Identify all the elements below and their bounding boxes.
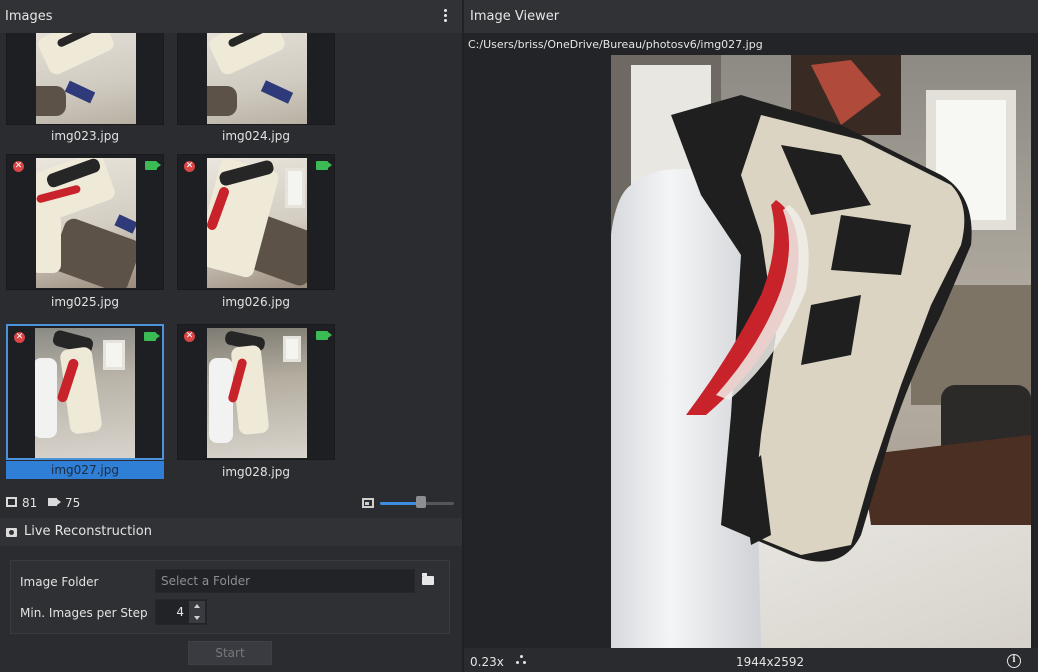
thumbnail-image bbox=[36, 158, 136, 288]
image-viewer-header: Image Viewer bbox=[464, 0, 1038, 33]
thumbnail-label: img027.jpg bbox=[6, 461, 164, 479]
zoom-level: 0.23x bbox=[470, 655, 504, 669]
images-panel: Images img023.jpg img024.jpg ✕ img025.jp… bbox=[0, 0, 462, 672]
thumbnail-label: img023.jpg bbox=[51, 129, 119, 143]
error-badge-icon: ✕ bbox=[184, 331, 195, 342]
thumbnail-size-icon bbox=[362, 498, 374, 508]
thumbnail-label: img025.jpg bbox=[51, 295, 119, 309]
start-button[interactable]: Start bbox=[188, 641, 272, 665]
min-images-value: 4 bbox=[176, 605, 184, 619]
live-reconstruction-title: Live Reconstruction bbox=[24, 524, 152, 539]
image-count-icon bbox=[6, 497, 17, 507]
error-badge-icon: ✕ bbox=[13, 161, 24, 172]
camera-count-icon bbox=[48, 498, 61, 506]
image-viewer-panel: Image Viewer C:/Users/briss/OneDrive/Bur… bbox=[464, 0, 1038, 672]
camera-badge-icon bbox=[144, 332, 160, 341]
viewed-image[interactable] bbox=[611, 55, 1031, 648]
slider-fill bbox=[380, 502, 421, 505]
camera-badge-icon bbox=[145, 161, 161, 170]
images-stats-bar: 81 75 bbox=[0, 492, 462, 514]
thumbnail-frame: ✕ bbox=[6, 324, 164, 460]
thumbnail-frame: ✕ bbox=[177, 154, 335, 290]
spin-down-icon[interactable] bbox=[189, 612, 205, 623]
image-count: 81 bbox=[22, 496, 38, 510]
camera-icon bbox=[6, 528, 17, 537]
min-images-spinbox[interactable]: 4 bbox=[155, 599, 207, 625]
camera-badge-icon bbox=[316, 331, 332, 340]
thumbnail-frame bbox=[177, 33, 335, 125]
kebab-menu-icon[interactable] bbox=[438, 8, 452, 24]
thumbnail-grid[interactable]: img023.jpg img024.jpg ✕ img025.jpg ✕ img… bbox=[0, 33, 462, 488]
viewed-image-art bbox=[611, 55, 1031, 648]
slider-handle[interactable] bbox=[415, 496, 426, 508]
camera-badge-icon bbox=[316, 161, 332, 170]
error-badge-icon: ✕ bbox=[14, 332, 25, 343]
image-folder-input[interactable]: Select a Folder bbox=[155, 569, 415, 593]
thumbnail-label: img026.jpg bbox=[222, 295, 290, 309]
spin-up-icon[interactable] bbox=[189, 601, 205, 612]
images-panel-title: Images bbox=[5, 9, 53, 24]
thumbnail-frame: ✕ bbox=[177, 324, 335, 460]
image-viewer-title: Image Viewer bbox=[470, 9, 560, 24]
thumbnail-frame bbox=[6, 33, 164, 125]
thumbnail-image bbox=[207, 33, 307, 124]
thumbnail-image bbox=[207, 158, 307, 288]
features-toggle-icon[interactable] bbox=[516, 655, 528, 666]
thumbnail-label: img028.jpg bbox=[222, 465, 290, 479]
live-reconstruction-form: Image Folder Select a Folder Min. Images… bbox=[10, 560, 450, 634]
image-viewer-canvas[interactable] bbox=[464, 33, 1038, 648]
images-panel-header: Images bbox=[0, 0, 462, 33]
error-badge-icon: ✕ bbox=[184, 161, 195, 172]
image-folder-label: Image Folder bbox=[20, 575, 99, 589]
folder-icon[interactable] bbox=[422, 573, 434, 585]
thumbnail-frame: ✕ bbox=[6, 154, 164, 290]
min-images-label: Min. Images per Step bbox=[20, 606, 148, 620]
thumbnail-image bbox=[207, 328, 307, 458]
image-viewer-footer: 0.23x 1944x2592 i bbox=[464, 648, 1038, 672]
thumbnail-image bbox=[36, 33, 136, 124]
thumbnail-image bbox=[35, 328, 135, 458]
info-icon[interactable]: i bbox=[1007, 654, 1021, 668]
camera-count: 75 bbox=[65, 496, 81, 510]
thumbnail-label: img024.jpg bbox=[222, 129, 290, 143]
image-path: C:/Users/briss/OneDrive/Bureau/photosv6/… bbox=[468, 38, 763, 51]
live-reconstruction-header[interactable]: Live Reconstruction bbox=[0, 518, 462, 546]
image-resolution: 1944x2592 bbox=[736, 655, 805, 669]
